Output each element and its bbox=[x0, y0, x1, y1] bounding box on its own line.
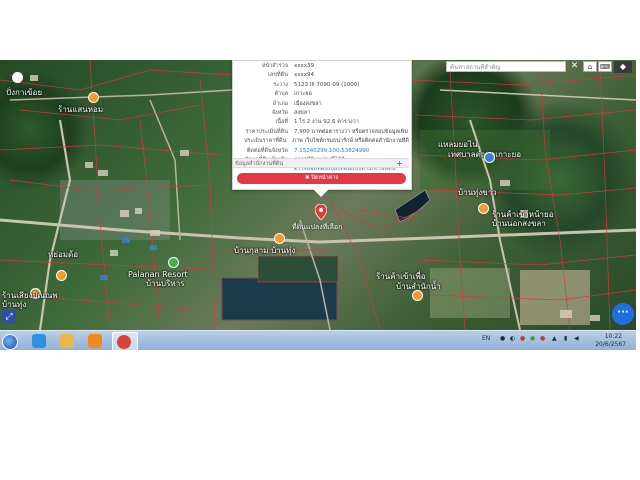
taskbar-app-explorer[interactable] bbox=[56, 332, 80, 350]
parcel-info-row: อำเภอ เมืองสงขลา bbox=[235, 100, 409, 109]
clock-time[interactable]: 10:22 bbox=[605, 333, 622, 340]
internet-explorer-icon bbox=[32, 334, 46, 348]
keyboard-icon[interactable]: ⌨ bbox=[598, 61, 612, 72]
parcel-info-row: หน้าสำรวจ xxxx39 bbox=[235, 62, 409, 71]
taskbar: EN ● ◐ ● ● ● ▲ ▮ ◀ 10:22 20/6/2567 bbox=[0, 330, 636, 350]
clock-date[interactable]: 20/6/2567 bbox=[595, 341, 626, 348]
map-label: บ้านทุ่ง bbox=[2, 300, 27, 309]
media-player-icon bbox=[88, 334, 102, 348]
poi-pin-icon[interactable] bbox=[12, 72, 23, 83]
parcel-info-value: 1 ไร่ 2 งาน 92.6 ตารางวา bbox=[294, 119, 359, 126]
parcel-info-label: อำเภอ bbox=[272, 100, 288, 107]
parcel-info-row: ระวาง 5123 III 7090-09 (1000) bbox=[235, 81, 409, 90]
screen: ปั่งกาเข้อย ร้านแสนหอม แหลมยอไน เทศบาลตำ… bbox=[0, 60, 636, 350]
parcel-info-label: ระวาง bbox=[273, 81, 288, 88]
parcel-info-popup: หน้าสำรวจ xxxx39 เลขที่ดิน xxxx94 ระวาง 5123 … bbox=[232, 60, 412, 197]
taskbar-app-media[interactable] bbox=[84, 332, 108, 350]
search-input[interactable]: ค้นหาสถานที่สำคัญ bbox=[446, 61, 566, 72]
parcel-info-label: ราคาประเมินที่ดิน bbox=[245, 128, 288, 135]
parcel-info-row: ราคาประเมินที่ดิน 7,900 บาทต่อตารางวา หรื… bbox=[235, 128, 409, 137]
taskbar-app-chrome[interactable] bbox=[112, 332, 138, 350]
expand-plus-icon[interactable]: + bbox=[396, 159, 403, 169]
map-label: แหลมยอไน bbox=[438, 140, 478, 149]
windows-logo-icon bbox=[2, 334, 18, 350]
language-indicator[interactable]: EN bbox=[482, 335, 490, 342]
tray-icon[interactable]: ● bbox=[540, 335, 545, 342]
popup-tail bbox=[313, 189, 329, 197]
parcel-info-label: เลขที่ดิน bbox=[268, 72, 288, 79]
parcel-info-row: เนื้อที่ 1 ไร่ 2 งาน 92.6 ตารางวา bbox=[235, 118, 409, 127]
poi-pin-icon[interactable] bbox=[88, 92, 99, 103]
start-button[interactable] bbox=[0, 332, 18, 350]
poi-pin-icon[interactable] bbox=[484, 152, 495, 163]
system-tray: EN ● ◐ ● ● ● ▲ ▮ ◀ 10:22 20/6/2567 bbox=[476, 331, 636, 350]
home-icon[interactable]: ⌂ bbox=[583, 61, 597, 72]
map-label: บ้านทุ่งขาว bbox=[458, 188, 497, 197]
parcel-info-label: เนื้อที่ bbox=[275, 119, 288, 126]
selected-parcel-marker-icon[interactable] bbox=[314, 203, 328, 224]
taskbar-app-ie[interactable] bbox=[28, 332, 52, 350]
map-label: ร้านเสียงบิณณพ bbox=[2, 291, 58, 300]
map-label: บ้านนอกสงขลา bbox=[492, 219, 546, 228]
poi-pin-icon[interactable] bbox=[412, 290, 423, 301]
map-label: Palanan Resort bbox=[128, 270, 188, 279]
map-label: ร้านแสนหอม bbox=[58, 105, 104, 114]
poi-pin-icon[interactable] bbox=[56, 270, 67, 281]
parcel-info-value[interactable]: 7.15240299,100.53824990 bbox=[294, 147, 369, 156]
parcel-info-value: 7,900 บาทต่อตารางวา หรือตรวจสอบข้อมูลเพิ… bbox=[294, 128, 408, 135]
network-icon[interactable]: ▮ bbox=[564, 335, 567, 342]
layers-icon[interactable]: ◆ bbox=[614, 61, 632, 73]
parcel-info-label: ตำบล bbox=[274, 91, 288, 98]
parcel-info-row: เลขที่ดิน xxxx94 bbox=[235, 71, 409, 80]
tray-icon[interactable]: ▲ bbox=[552, 335, 557, 342]
satellite-map[interactable]: ปั่งกาเข้อย ร้านแสนหอม แหลมยอไน เทศบาลตำ… bbox=[0, 60, 636, 330]
poi-pin-icon[interactable] bbox=[168, 257, 179, 268]
parcel-info-row: ติดต่อที่ดินจังหวัด 7.15240299,100.538249… bbox=[235, 147, 409, 156]
parcel-info-value: xxxx39 bbox=[294, 63, 315, 69]
parcel-info-row: จังหวัด สงขลา bbox=[235, 109, 409, 118]
parcel-info-value: เกาะยอ bbox=[294, 91, 312, 98]
map-label: หย่อมด้อ bbox=[48, 250, 79, 259]
folder-icon bbox=[60, 334, 74, 348]
parcel-info-label: ประเมินราคาที่ดิน bbox=[243, 138, 287, 145]
poi-pin-icon[interactable] bbox=[478, 203, 489, 214]
tray-icon[interactable]: ● bbox=[520, 335, 525, 342]
map-label: บ้านบริหาร bbox=[146, 279, 185, 288]
parcel-info-value: สงขลา bbox=[294, 109, 311, 116]
land-office-info-bar[interactable]: ข้อมูลสำนักงานที่ดิน + bbox=[233, 158, 409, 168]
parcel-info-value: 5123 III 7090-09 (1000) bbox=[294, 81, 360, 88]
expand-tool-icon[interactable]: ⤢ bbox=[2, 310, 16, 324]
close-window-button[interactable]: ✖ ปิดหน้าต่าง bbox=[237, 173, 406, 184]
marker-label: ที่ดินแปลงที่เลือก bbox=[292, 223, 343, 231]
parcel-info-row: ตำบล เกาะยอ bbox=[235, 90, 409, 99]
volume-icon[interactable]: ◀ bbox=[574, 335, 579, 342]
parcel-info-label: จังหวัด bbox=[271, 109, 288, 116]
parcel-info-value: เมืองสงขลา bbox=[294, 100, 322, 107]
map-label: ร้านค้าเข้าหน้ายอ bbox=[492, 210, 554, 219]
land-office-info-label: ข้อมูลสำนักงานที่ดิน bbox=[235, 161, 284, 167]
poi-pin-icon[interactable] bbox=[274, 233, 285, 244]
tray-icon[interactable]: ● bbox=[530, 335, 535, 342]
more-options-button[interactable]: ··· bbox=[612, 303, 634, 325]
parcel-info-row: ประเมินราคาที่ดิน ภาพ เว็บไซต์กรมธนารักษ์… bbox=[235, 137, 409, 146]
parcel-info-value: ภาพ เว็บไซต์กรมธนารักษ์ หรือติดต่อสำนักง… bbox=[292, 138, 409, 145]
map-label: ปั่งกาเข้อย bbox=[6, 88, 43, 97]
parcel-info-label: ติดต่อที่ดินจังหวัด bbox=[246, 147, 288, 154]
parcel-info-label: หน้าสำรวจ bbox=[261, 63, 288, 69]
tray-icon[interactable]: ◐ bbox=[510, 335, 515, 342]
parcel-info-value: xxxx94 bbox=[294, 72, 315, 79]
map-label: บ้านกุลาม บ้านทุ่ง bbox=[234, 246, 296, 255]
chrome-icon bbox=[117, 335, 131, 349]
close-search-icon[interactable]: ✕ bbox=[569, 61, 580, 72]
tray-icon[interactable]: ● bbox=[500, 335, 505, 342]
map-label: ร้านค้าเข้าเพื่อ bbox=[376, 272, 426, 281]
